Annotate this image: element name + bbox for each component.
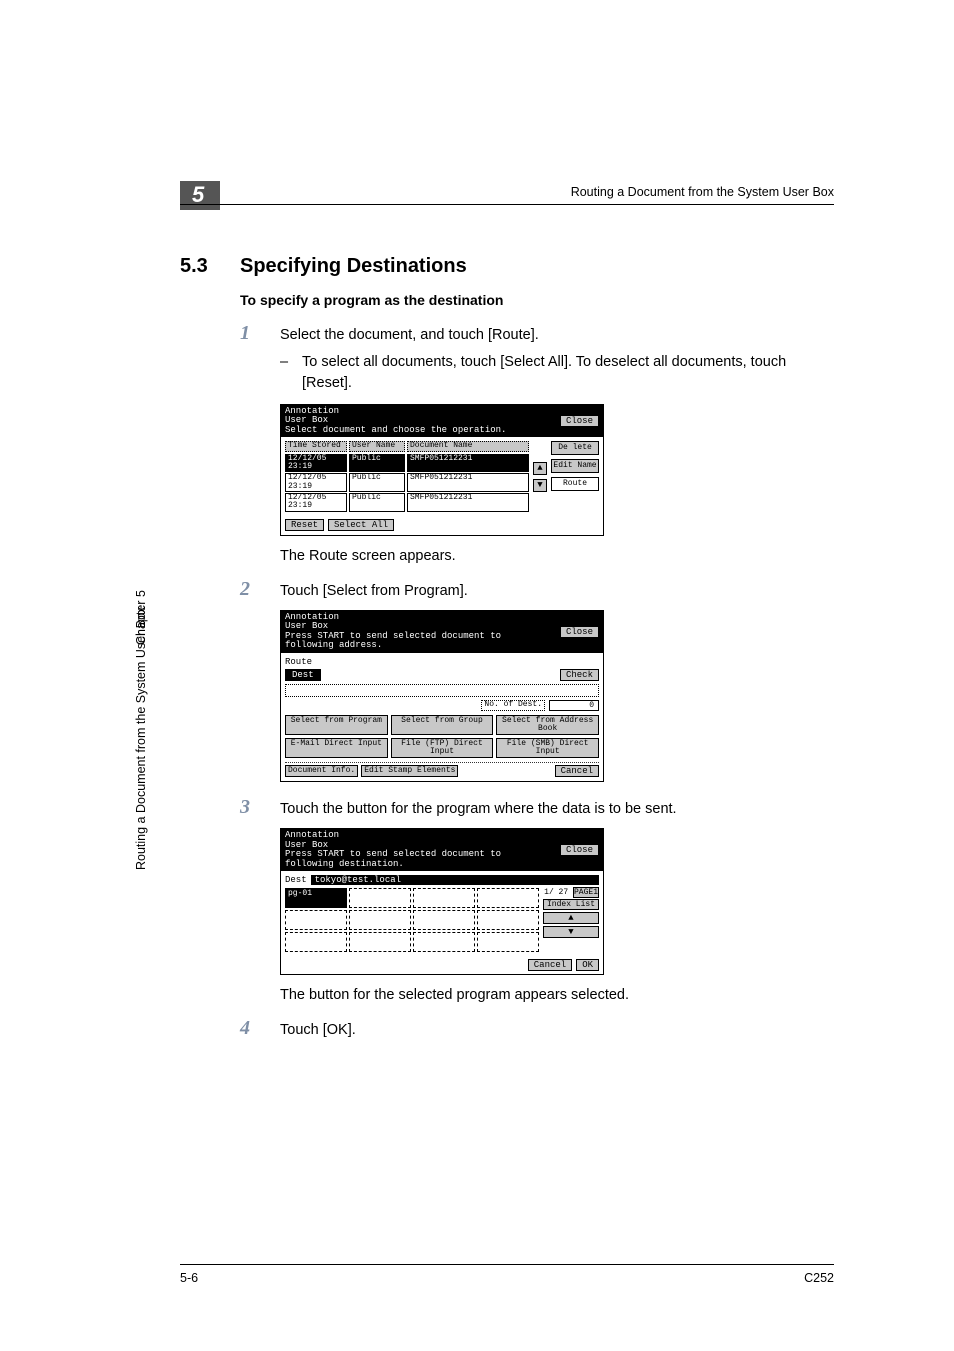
document-info-button[interactable]: Document Info.: [285, 765, 358, 777]
section-number: 5.3: [180, 255, 240, 278]
header-rule: [180, 204, 834, 205]
cancel-button[interactable]: Cancel: [555, 765, 599, 777]
step-text: Touch [Select from Program].: [280, 581, 468, 602]
page-fraction: 1/ 27: [544, 888, 568, 897]
scroll-down-icon[interactable]: ▼: [543, 926, 599, 938]
email-direct-input-button[interactable]: E-Mail Direct Input: [285, 738, 388, 758]
dest-value: tokyo@test.local: [311, 875, 599, 885]
table-row[interactable]: 12/12/05 23:19 Public SMFP051212231: [285, 493, 529, 512]
col-doc: Document Name: [407, 441, 529, 451]
scroll-up-icon[interactable]: ▲: [533, 462, 547, 475]
select-all-button[interactable]: Select All: [328, 519, 394, 531]
step-text: Touch [OK].: [280, 1020, 356, 1041]
page-number: 5-6: [180, 1271, 198, 1285]
step-number: 3: [240, 796, 280, 819]
scroll-down-icon[interactable]: ▼: [533, 479, 547, 492]
program-button[interactable]: [285, 932, 347, 952]
running-header: Routing a Document from the System User …: [571, 185, 834, 199]
program-button[interactable]: [349, 932, 411, 952]
program-button[interactable]: pg-01: [285, 888, 347, 908]
step-number: 4: [240, 1017, 280, 1040]
check-button[interactable]: Check: [560, 669, 599, 681]
screenshot-program-select: Annotation User Box Press START to send …: [280, 828, 604, 975]
step-result: The Route screen appears.: [280, 548, 834, 564]
step-result: The button for the selected program appe…: [280, 987, 834, 1003]
program-button[interactable]: [285, 910, 347, 930]
select-from-group-button[interactable]: Select from Group: [391, 715, 494, 735]
step-number: 2: [240, 578, 280, 601]
program-button[interactable]: [477, 910, 539, 930]
edit-stamp-button[interactable]: Edit Stamp Elements: [361, 765, 458, 777]
screenshot-route-screen: Annotation User Box Press START to send …: [280, 610, 604, 783]
select-from-address-book-button[interactable]: Select from Address Book: [496, 715, 599, 735]
program-button[interactable]: [477, 932, 539, 952]
col-time[interactable]: Time Stored: [285, 441, 347, 451]
dest-count-label: No. of Dest.: [481, 700, 545, 711]
step-number: 1: [240, 322, 280, 345]
smb-direct-input-button[interactable]: File (SMB) Direct Input: [496, 738, 599, 758]
program-button[interactable]: [413, 910, 475, 930]
index-list-button[interactable]: Index List: [543, 899, 599, 910]
model-code: C252: [804, 1271, 834, 1285]
table-row[interactable]: 12/12/05 23:19 Public SMFP051212231: [285, 454, 529, 473]
edit-name-button[interactable]: Edit Name: [551, 459, 599, 473]
program-button[interactable]: [413, 888, 475, 908]
section-title: Specifying Destinations: [240, 255, 467, 278]
select-from-program-button[interactable]: Select from Program: [285, 715, 388, 735]
step-sub-text: To select all documents, touch [Select A…: [302, 352, 834, 394]
panel-subtitle2: following address.: [285, 640, 382, 650]
program-button[interactable]: [349, 910, 411, 930]
step-text: Touch the button for the program where t…: [280, 799, 677, 820]
chapter-number-tag: 5: [180, 181, 220, 210]
dest-label: Dest: [285, 875, 307, 885]
screenshot-document-list: Annotation User Box Select document and …: [280, 404, 604, 536]
ok-button[interactable]: OK: [576, 959, 599, 971]
bullet-dash: –: [280, 352, 302, 394]
col-user: User Name: [349, 441, 405, 451]
dest-field: [285, 684, 599, 697]
close-button[interactable]: Close: [560, 844, 599, 856]
close-button[interactable]: Close: [560, 415, 599, 427]
dest-count-value: 0: [549, 700, 599, 711]
dest-tab[interactable]: Dest: [285, 669, 321, 681]
cancel-button[interactable]: Cancel: [528, 959, 572, 971]
step-text: Select the document, and touch [Route].: [280, 325, 539, 346]
route-button[interactable]: Route: [551, 477, 599, 491]
route-label: Route: [285, 657, 599, 667]
ftp-direct-input-button[interactable]: File (FTP) Direct Input: [391, 738, 494, 758]
delete-button[interactable]: De lete: [551, 441, 599, 455]
table-row[interactable]: 12/12/05 23:19 Public SMFP051212231: [285, 473, 529, 492]
program-button[interactable]: [477, 888, 539, 908]
program-button[interactable]: [413, 932, 475, 952]
side-title-label: Routing a Document from the System User …: [134, 607, 148, 870]
close-button[interactable]: Close: [560, 626, 599, 638]
panel-subtitle2: following destination.: [285, 859, 404, 869]
page-button[interactable]: PAGE1: [573, 887, 599, 898]
panel-subtitle: Select document and choose the operation…: [285, 425, 506, 435]
scroll-up-icon[interactable]: ▲: [543, 912, 599, 924]
reset-button[interactable]: Reset: [285, 519, 324, 531]
program-button[interactable]: [349, 888, 411, 908]
procedure-heading: To specify a program as the destination: [240, 292, 834, 308]
